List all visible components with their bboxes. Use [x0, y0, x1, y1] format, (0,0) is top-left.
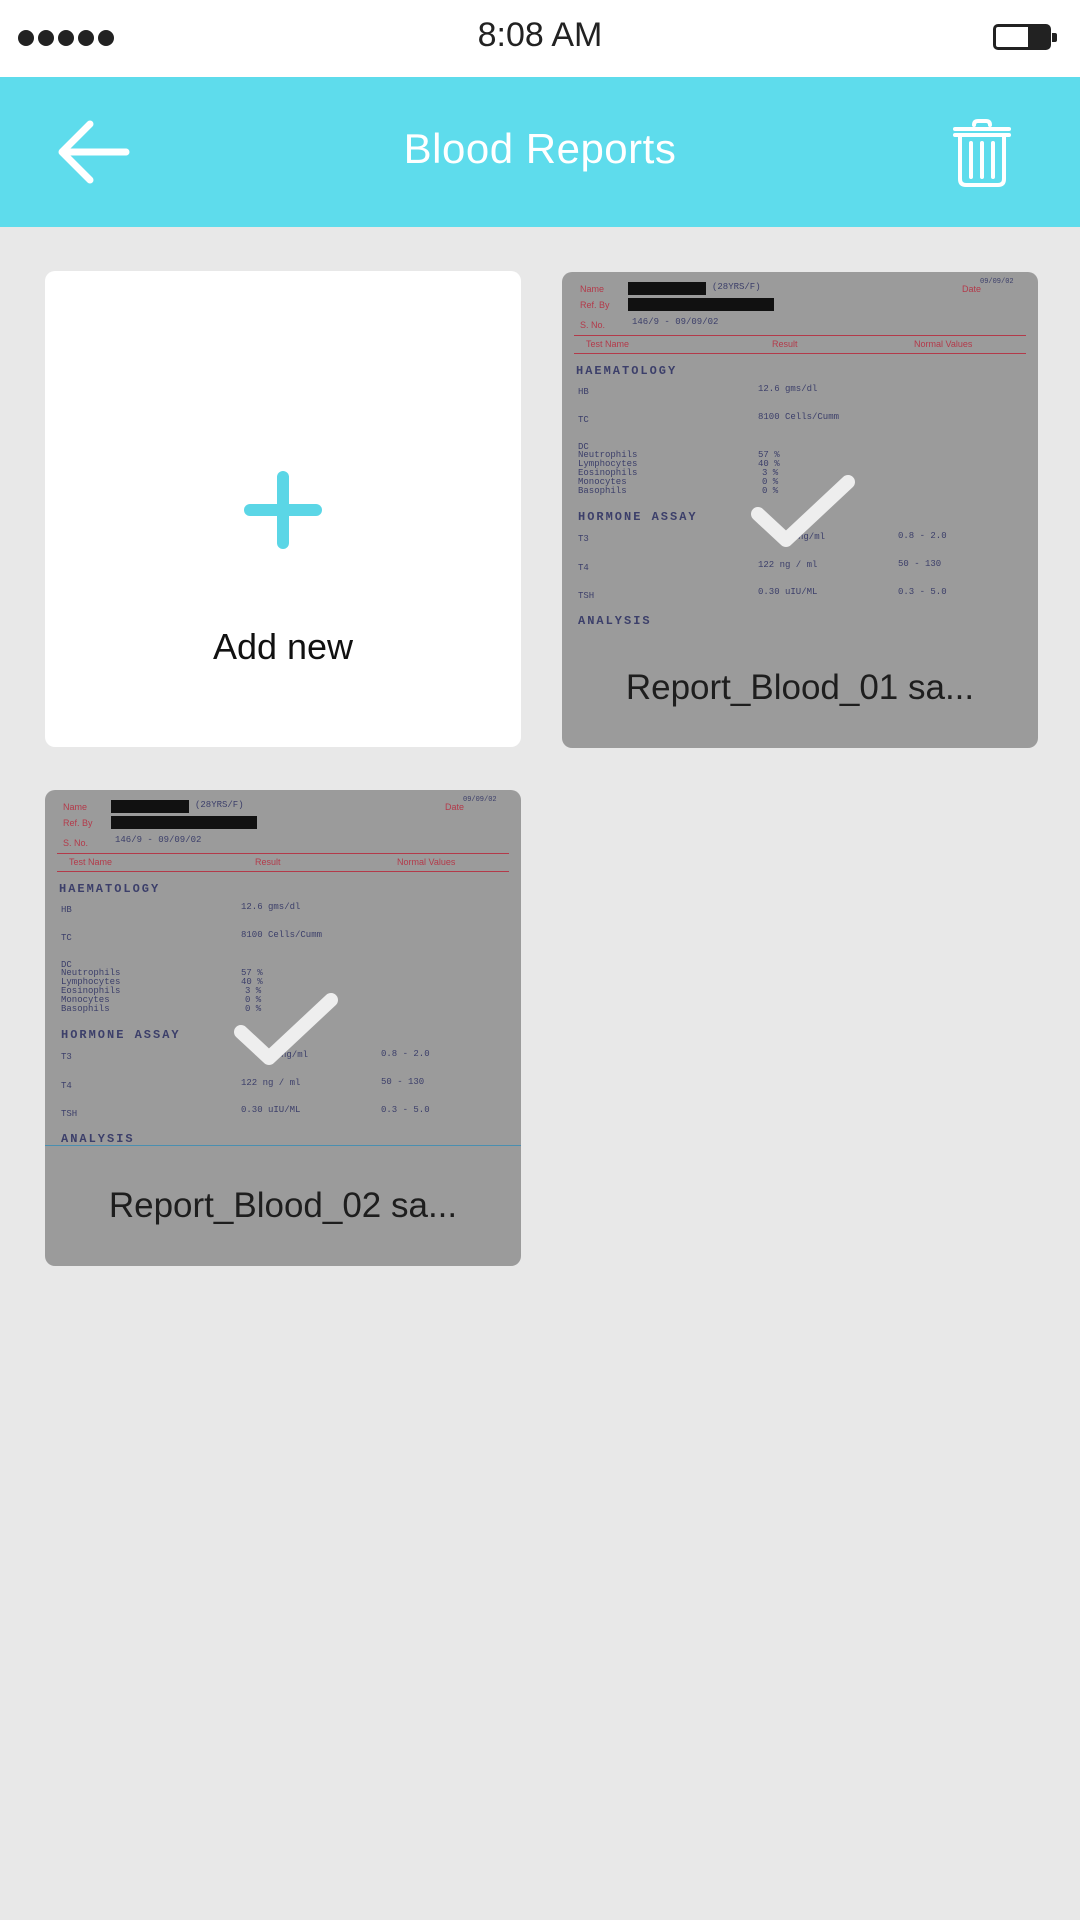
report-thumbnail: Name (28YRS/F) Date 09/09/02 Ref. By S. … — [45, 790, 521, 1146]
doc-text: HORMONE ASSAY — [578, 510, 698, 524]
doc-text: 146/9 - 09/09/02 — [115, 835, 202, 845]
doc-text: Result — [255, 857, 281, 867]
report-card[interactable]: Name (28YRS/F) Date 09/09/02 Ref. By S. … — [45, 790, 521, 1266]
checkmark-icon — [751, 475, 855, 547]
doc-text: 0.3 - 5.0 — [381, 1105, 430, 1115]
doc-text: TSH — [578, 591, 595, 601]
add-new-label: Add new — [212, 626, 354, 667]
report-label: Report_Blood_01 sa... — [625, 668, 975, 707]
doc-text: 50 - 130 — [381, 1077, 425, 1087]
doc-text: T4 — [578, 563, 589, 573]
doc-text: 122 ng / ml — [758, 560, 818, 570]
trash-icon[interactable] — [952, 119, 1012, 187]
page-title: Blood Reports — [403, 125, 677, 172]
doc-text: Ref. By — [63, 818, 93, 828]
doc-text: T3 — [578, 534, 589, 544]
doc-text: 09/09/02 — [463, 796, 497, 804]
doc-text: Name — [580, 284, 605, 294]
doc-text: Date — [962, 284, 982, 294]
doc-text: TSH — [61, 1109, 78, 1119]
doc-text: ANALYSIS — [61, 1132, 135, 1146]
doc-text: 12.6 gms/dl — [758, 384, 818, 394]
doc-text: 0.30 uIU/ML — [758, 587, 818, 597]
doc-text: 146/9 - 09/09/02 — [632, 317, 719, 327]
doc-text: (28YRS/F) — [195, 800, 244, 810]
doc-text: S. No. — [580, 320, 606, 330]
doc-text: 0.8 - 2.0 — [898, 531, 947, 541]
doc-text: Test Name — [586, 339, 630, 349]
doc-text: 8100 Cells/Cumm — [758, 412, 840, 422]
doc-text: T4 — [61, 1081, 72, 1091]
doc-text: Basophils — [61, 1004, 110, 1014]
report-label: Report_Blood_02 sa... — [108, 1186, 458, 1225]
status-time: 8:08 AM — [477, 16, 603, 54]
doc-text: HAEMATOLOGY — [576, 364, 678, 378]
doc-text: ANALYSIS — [578, 614, 652, 628]
app-bar: Blood Reports — [0, 77, 1080, 227]
doc-text: HB — [578, 387, 589, 397]
doc-text: Normal Values — [914, 339, 973, 349]
doc-text: 8100 Cells/Cumm — [241, 930, 323, 940]
doc-text: Test Name — [69, 857, 113, 867]
doc-text: 0.30 uIU/ML — [241, 1105, 301, 1115]
doc-text: TC — [61, 933, 72, 943]
battery-icon — [993, 24, 1057, 50]
doc-text: (28YRS/F) — [712, 282, 761, 292]
report-thumbnail: Name (28YRS/F) Date 09/09/02 Ref. By S. … — [562, 272, 1038, 628]
doc-text: HB — [61, 905, 72, 915]
doc-text: T3 — [61, 1052, 72, 1062]
plus-icon — [244, 471, 322, 549]
doc-text: 0.8 - 2.0 — [381, 1049, 430, 1059]
doc-text: S. No. — [63, 838, 89, 848]
doc-text: 0.3 - 5.0 — [898, 587, 947, 597]
doc-text: HAEMATOLOGY — [59, 882, 161, 896]
status-bar: 8:08 AM — [0, 0, 1080, 77]
doc-text: TC — [578, 415, 589, 425]
doc-text: HORMONE ASSAY — [61, 1028, 181, 1042]
doc-text: 122 ng / ml — [241, 1078, 301, 1088]
checkmark-icon — [234, 993, 338, 1065]
doc-text: Ref. By — [580, 300, 610, 310]
divider — [45, 1145, 521, 1146]
doc-text: Date — [445, 802, 465, 812]
doc-text: Normal Values — [397, 857, 456, 867]
doc-text: 09/09/02 — [980, 278, 1014, 286]
doc-text: 12.6 gms/dl — [241, 902, 301, 912]
doc-text: Name — [63, 802, 88, 812]
doc-text: Basophils — [578, 486, 627, 496]
doc-text: 50 - 130 — [898, 559, 942, 569]
report-card[interactable]: Name (28YRS/F) Date 09/09/02 Ref. By S. … — [562, 272, 1038, 748]
add-new-card[interactable]: Add new — [45, 271, 521, 747]
doc-text: Result — [772, 339, 798, 349]
